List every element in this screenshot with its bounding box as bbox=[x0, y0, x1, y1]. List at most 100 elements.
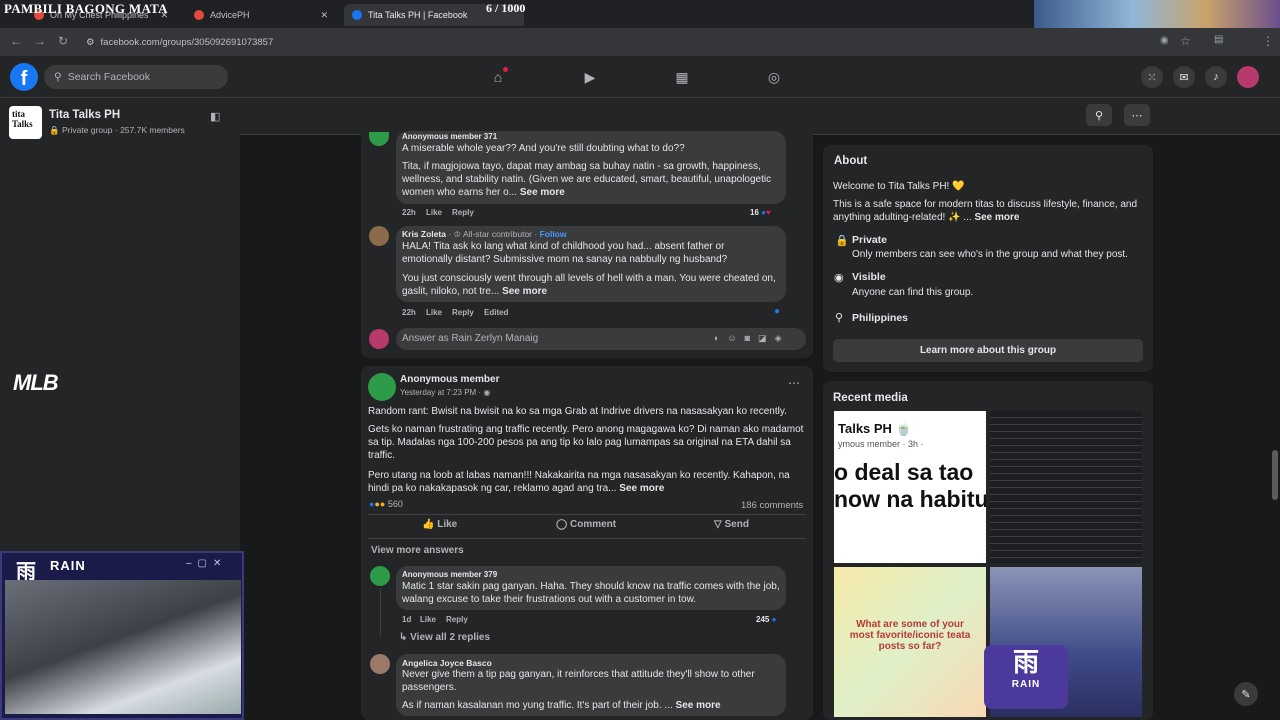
see-more-link[interactable]: See more bbox=[676, 700, 721, 711]
menu-grid-icon[interactable]: ⁙ bbox=[1141, 66, 1163, 88]
post-options-icon[interactable]: ⋯ bbox=[788, 376, 800, 390]
see-more-link[interactable]: See more bbox=[619, 483, 664, 494]
search-placeholder: Search Facebook bbox=[67, 71, 151, 83]
window-controls-icon: –▢✕ bbox=[186, 558, 228, 569]
video-icon[interactable]: ▶ bbox=[581, 68, 599, 86]
post-time[interactable]: Yesterday at 7:23 PM · ◉ bbox=[400, 388, 490, 397]
privacy-desc: Only members can see who's in the group … bbox=[852, 249, 1128, 260]
page-scrollbar[interactable] bbox=[1272, 450, 1278, 500]
close-icon[interactable]: ✕ bbox=[320, 10, 328, 21]
thumb-title: Talks PH 🍵 bbox=[838, 421, 912, 436]
lock-icon: 🔒 bbox=[835, 235, 849, 247]
comment-text: Tita, if magjojowa tayo, dapat may ambag… bbox=[402, 160, 782, 199]
comment-tools[interactable]: ◐☺◙◪◈ bbox=[714, 333, 790, 344]
about-description: This is a safe space for modern titas to… bbox=[833, 198, 1145, 224]
comment-like-link[interactable]: Like bbox=[426, 308, 442, 317]
view-more-answers-link[interactable]: View more answers bbox=[371, 545, 464, 556]
back-icon[interactable]: ← bbox=[10, 34, 22, 48]
profile-avatar[interactable] bbox=[1237, 66, 1259, 88]
like-button[interactable]: 👍 Like bbox=[422, 519, 457, 530]
facebook-logo-icon[interactable]: f bbox=[10, 63, 38, 91]
reaction-count[interactable]: 16 ●♥ bbox=[750, 208, 771, 217]
commenter-avatar[interactable] bbox=[369, 226, 389, 246]
tab-advice-ph[interactable]: AdvicePH ✕ bbox=[186, 4, 336, 26]
comment-text-body: You just consciously went through all le… bbox=[402, 273, 776, 297]
post-author[interactable]: Anonymous member bbox=[400, 374, 499, 385]
new-message-button[interactable]: ✎ bbox=[1234, 682, 1258, 706]
search-icon: ⚲ bbox=[54, 71, 62, 83]
comment-time[interactable]: 1d bbox=[402, 615, 411, 624]
thumb-headline: o deal sa tao bbox=[834, 459, 974, 485]
tab-label: Tita Talks PH | Facebook bbox=[368, 10, 468, 20]
comment-text: As if naman kasalanan mo yung traffic. I… bbox=[402, 699, 782, 712]
browser-menu-icon[interactable]: ⋮ bbox=[1262, 34, 1274, 48]
media-thumbnail[interactable] bbox=[990, 411, 1142, 563]
url-field[interactable]: ⚙ facebook.com/groups/305092691073857 bbox=[86, 32, 1146, 52]
reaction-summary[interactable]: ●●● 560 bbox=[369, 499, 403, 509]
comment-reply-link[interactable]: Reply bbox=[452, 308, 474, 317]
about-welcome: Welcome to Tita Talks PH! 💛 bbox=[833, 181, 965, 192]
see-more-link[interactable]: See more bbox=[502, 286, 547, 297]
groups-icon[interactable]: ◎ bbox=[765, 68, 783, 86]
comment-count[interactable]: 186 comments bbox=[741, 500, 803, 511]
comment-reply-link[interactable]: Reply bbox=[452, 208, 474, 217]
comment-author[interactable]: Anonymous member 371 bbox=[402, 132, 497, 141]
comment-text-body: Tita, if magjojowa tayo, dapat may ambag… bbox=[402, 161, 772, 198]
thumbs-up-icon: 👍 bbox=[422, 519, 435, 530]
notifications-bell-icon[interactable]: ♪ bbox=[1205, 66, 1227, 88]
haha-reaction-icon: ●● bbox=[374, 499, 386, 509]
comment-text-body: As if naman kasalanan mo yung traffic. I… bbox=[402, 700, 673, 711]
comment-like-link[interactable]: Like bbox=[426, 208, 442, 217]
comment-author[interactable]: Kris Zoleta bbox=[402, 229, 446, 239]
recent-media-title: Recent media bbox=[833, 392, 908, 404]
comment-icon: ◯ bbox=[556, 519, 568, 530]
stream-overlay-title: PAMBILI BAGONG MATA bbox=[4, 1, 168, 16]
favicon-icon bbox=[194, 10, 204, 20]
all-star-badge: · ♔ All-star contributor · bbox=[448, 229, 538, 239]
marketplace-icon[interactable]: ▦ bbox=[673, 68, 691, 86]
location-name: Philippines bbox=[852, 312, 909, 324]
comment-like-link[interactable]: Like bbox=[420, 615, 436, 624]
more-icon: ⋯ bbox=[1131, 109, 1143, 122]
group-search-button[interactable]: ⚲ bbox=[1086, 104, 1112, 126]
divider bbox=[368, 538, 806, 539]
edited-label: Edited bbox=[484, 308, 509, 317]
reaction-count-text: 245 bbox=[756, 615, 770, 624]
group-logo[interactable]: tita Talks bbox=[9, 106, 42, 139]
comment-author[interactable]: Anonymous member 379 bbox=[402, 570, 497, 579]
reaction-count-text: 560 bbox=[387, 499, 403, 509]
send-button[interactable]: ▽ Send bbox=[714, 519, 749, 530]
group-name[interactable]: Tita Talks PH bbox=[49, 109, 120, 121]
comment-reply-link[interactable]: Reply bbox=[446, 615, 468, 624]
comment-button[interactable]: ◯ Comment bbox=[556, 519, 616, 530]
search-input[interactable]: ⚲ Search Facebook bbox=[44, 65, 228, 89]
commenter-avatar[interactable] bbox=[370, 654, 390, 674]
comment-time[interactable]: 22h bbox=[402, 308, 416, 317]
learn-more-button[interactable]: Learn more about this group bbox=[833, 339, 1143, 362]
bookmark-star-icon[interactable]: ☆ bbox=[1180, 34, 1191, 48]
media-thumbnail[interactable]: What are some of your most favorite/icon… bbox=[834, 567, 986, 717]
comment-author[interactable]: Angelica Joyce Basco bbox=[402, 658, 492, 668]
extensions-icon[interactable]: ▤ bbox=[1214, 34, 1223, 45]
group-more-button[interactable]: ⋯ bbox=[1124, 104, 1150, 126]
site-info-icon[interactable]: ⚙ bbox=[86, 37, 95, 48]
forward-icon[interactable]: → bbox=[34, 34, 46, 48]
rain-brand: RAIN bbox=[50, 558, 86, 573]
reaction-count[interactable]: 245 ● bbox=[756, 615, 776, 624]
messenger-icon[interactable]: ✉ bbox=[1173, 66, 1195, 88]
see-more-link[interactable]: See more bbox=[974, 212, 1019, 223]
reaction-count-text: 16 bbox=[750, 208, 759, 217]
post-text-body: Pero utang na loob at labas naman!!! Nak… bbox=[368, 470, 790, 494]
comment-author-line: Kris Zoleta · ♔ All-star contributor · F… bbox=[402, 229, 567, 240]
see-more-link[interactable]: See more bbox=[520, 187, 565, 198]
comment-text: HALA! Tita ask ko lang what kind of chil… bbox=[402, 241, 728, 265]
reload-icon[interactable]: ↻ bbox=[58, 34, 68, 48]
view-replies-link[interactable]: ↳ View all 2 replies bbox=[399, 632, 490, 643]
follow-link[interactable]: Follow bbox=[540, 229, 567, 239]
send-label: Send bbox=[724, 519, 749, 530]
tab-label: AdvicePH bbox=[210, 10, 250, 20]
extension-icon[interactable]: ◉ bbox=[1160, 35, 1169, 46]
media-thumbnail[interactable]: Talks PH 🍵 ymous member · 3h · o deal sa… bbox=[834, 411, 986, 563]
collapse-sidebar-icon[interactable]: ◧ bbox=[210, 110, 228, 126]
comment-time[interactable]: 22h bbox=[402, 208, 416, 217]
